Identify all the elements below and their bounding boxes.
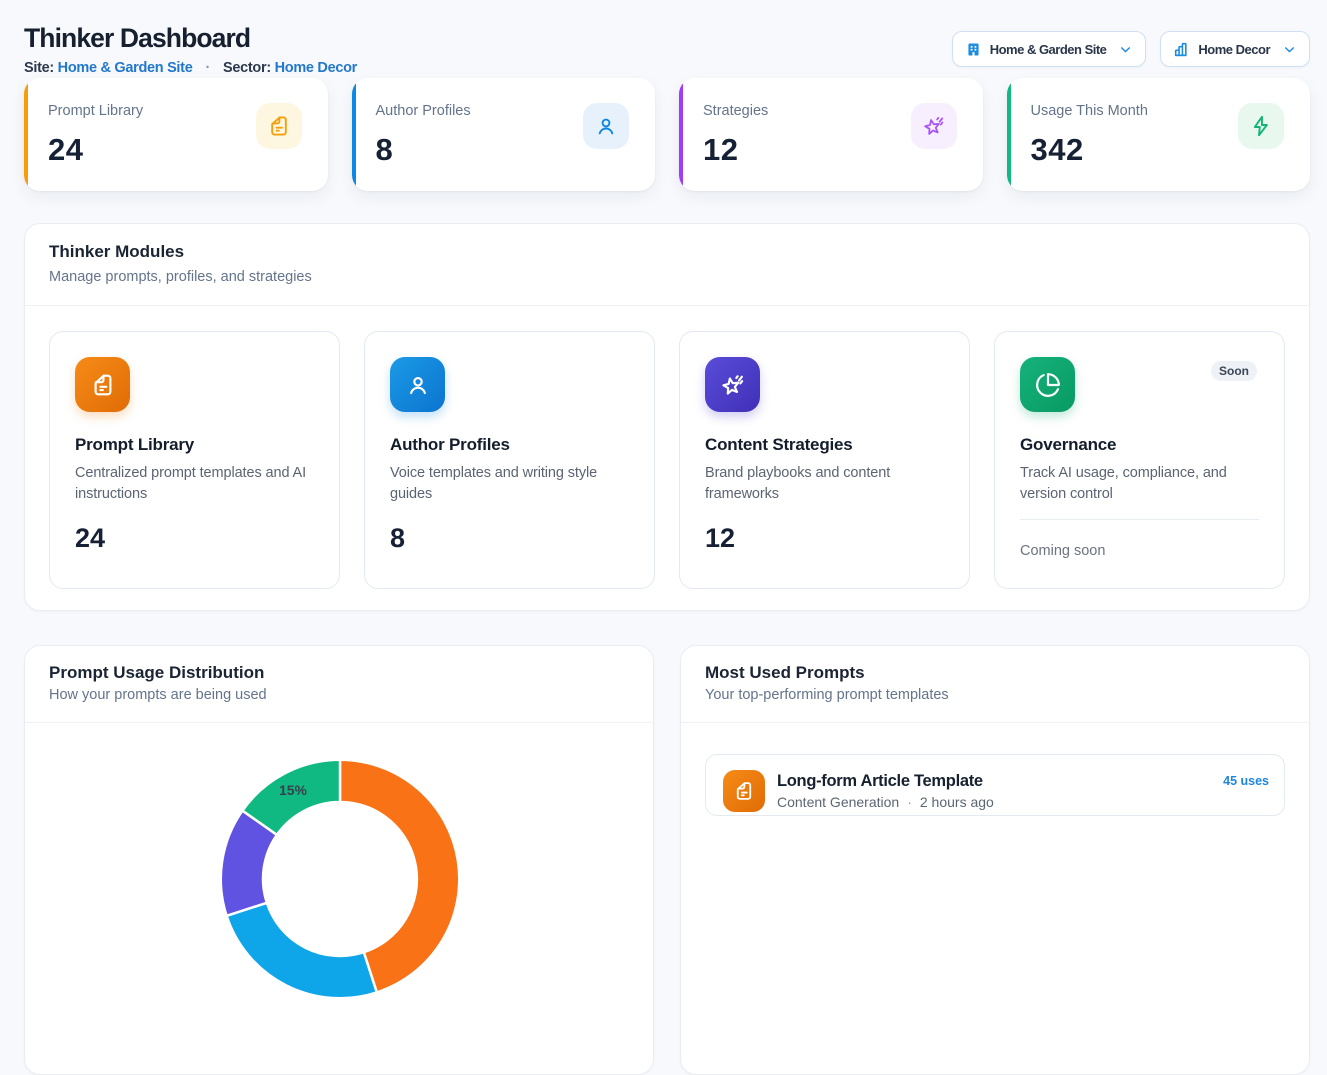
- svg-text:15%: 15%: [279, 782, 308, 798]
